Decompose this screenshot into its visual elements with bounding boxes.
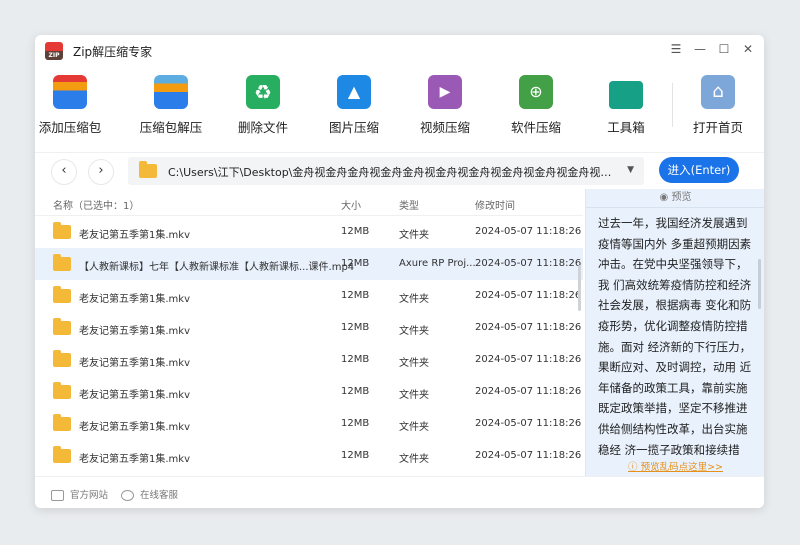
video-compress-icon: ▶ bbox=[428, 75, 462, 109]
list-item[interactable]: 老友记第五季第1集.mkv 12MB 文件夹 2024-05-07 11:18:… bbox=[35, 280, 583, 312]
folder-icon bbox=[53, 350, 71, 367]
header-name[interactable]: 名称（已选中：1） bbox=[53, 197, 139, 212]
toolbox-icon bbox=[609, 81, 643, 109]
folder-icon bbox=[53, 222, 71, 239]
home-icon: ⌂ bbox=[701, 75, 735, 109]
list-scrollbar[interactable] bbox=[578, 265, 581, 311]
monitor-icon bbox=[51, 490, 64, 501]
list-item[interactable]: 老友记第五季第1集.mkv 12MB 文件夹 2024-05-07 11:18:… bbox=[35, 440, 583, 472]
toolbar: 添加压缩包 压缩包解压 ♻ 删除文件 ▲ 图片压缩 ▶ 视频压缩 ⊕ 软件压缩 … bbox=[35, 75, 764, 137]
header-type[interactable]: 类型 bbox=[399, 197, 419, 212]
recycle-icon: ♻ bbox=[246, 75, 280, 109]
preview-garbled-link[interactable]: ⓘ 预览乱码点这里>> bbox=[586, 459, 764, 473]
preview-header: ◉ 预览 bbox=[586, 189, 764, 208]
folder-icon bbox=[53, 318, 71, 335]
toolbar-divider bbox=[672, 83, 673, 127]
software-compress-button[interactable]: ⊕ 软件压缩 bbox=[496, 75, 576, 136]
preview-panel: ◉ 预览 过去一年，我国经济发展遇到疫情等国内外 多重超预期因素冲击。在党中央坚… bbox=[585, 189, 764, 476]
eye-icon: ◉ bbox=[659, 192, 669, 203]
add-archive-icon bbox=[53, 75, 87, 109]
toolbox-button[interactable]: 工具箱 bbox=[586, 75, 666, 136]
app-title: Zip解压缩专家 bbox=[73, 45, 153, 59]
list-item[interactable]: 老友记第五季第1集.mkv 12MB 文件夹 2024-05-07 11:18:… bbox=[35, 376, 583, 408]
headset-icon bbox=[121, 490, 134, 501]
maximize-icon[interactable]: ☐ bbox=[716, 41, 732, 57]
title-bar: ZIP Zip解压缩专家 ☰ — ☐ ✕ bbox=[35, 35, 764, 67]
list-item[interactable]: 老友记第五季第1集.mkv 12MB 文件夹 2024-05-07 11:18:… bbox=[35, 312, 583, 344]
footer: 官方网站 在线客服 bbox=[35, 476, 764, 508]
preview-scrollbar[interactable] bbox=[758, 259, 761, 309]
image-compress-icon: ▲ bbox=[337, 75, 371, 109]
software-compress-icon: ⊕ bbox=[519, 75, 553, 109]
open-homepage-button[interactable]: ⌂ 打开首页 bbox=[678, 75, 758, 136]
preview-title: 预览 bbox=[671, 192, 692, 203]
list-header: 名称（已选中：1） 大小 类型 修改时间 bbox=[35, 189, 583, 216]
menu-icon[interactable]: ☰ bbox=[668, 41, 684, 57]
minimize-icon[interactable]: — bbox=[692, 41, 708, 57]
official-website-link[interactable]: 官方网站 bbox=[51, 487, 108, 501]
add-archive-button[interactable]: 添加压缩包 bbox=[35, 75, 110, 136]
video-compress-button[interactable]: ▶ 视频压缩 bbox=[405, 75, 485, 136]
folder-icon bbox=[53, 446, 71, 463]
delete-files-button[interactable]: ♻ 删除文件 bbox=[223, 75, 303, 136]
close-icon[interactable]: ✕ bbox=[740, 41, 756, 57]
image-compress-button[interactable]: ▲ 图片压缩 bbox=[314, 75, 394, 136]
path-field[interactable]: C:\Users\江下\Desktop\金舟视金舟金舟视金舟金舟视金舟视金舟视金… bbox=[128, 157, 644, 185]
list-item-selected[interactable]: 【人教新课标】七年【人教新课标准【人教新课标...课件.mp4 12MB Axu… bbox=[35, 248, 583, 280]
folder-icon bbox=[139, 161, 157, 178]
extract-archive-icon bbox=[154, 75, 188, 109]
path-text: C:\Users\江下\Desktop\金舟视金舟金舟视金舟金舟视金舟视金舟视金… bbox=[168, 166, 616, 179]
list-item[interactable]: 老友记第五季第1集.mkv 12MB 文件夹 2024-05-07 11:18:… bbox=[35, 216, 583, 248]
online-service-link[interactable]: 在线客服 bbox=[121, 487, 178, 501]
path-bar: ‹ › C:\Users\江下\Desktop\金舟视金舟金舟视金舟金舟视金舟视… bbox=[35, 152, 764, 189]
header-modified[interactable]: 修改时间 bbox=[475, 197, 515, 212]
dropdown-caret-icon[interactable]: ▼ bbox=[627, 165, 634, 175]
file-list: 老友记第五季第1集.mkv 12MB 文件夹 2024-05-07 11:18:… bbox=[35, 216, 583, 476]
folder-icon bbox=[53, 414, 71, 431]
back-button[interactable]: ‹ bbox=[51, 159, 77, 185]
extract-archive-button[interactable]: 压缩包解压 bbox=[131, 75, 211, 136]
help-icon: ⓘ bbox=[628, 462, 638, 473]
folder-icon bbox=[53, 254, 71, 271]
preview-text: 过去一年，我国经济发展遇到疫情等国内外 多重超预期因素冲击。在党中央坚强领导下，… bbox=[598, 216, 752, 455]
app-logo-icon: ZIP bbox=[45, 42, 63, 60]
forward-button[interactable]: › bbox=[88, 159, 114, 185]
folder-icon bbox=[53, 286, 71, 303]
header-size[interactable]: 大小 bbox=[341, 197, 361, 212]
app-window: ZIP Zip解压缩专家 ☰ — ☐ ✕ 添加压缩包 压缩包解压 ♻ 删除文件 … bbox=[35, 35, 764, 508]
list-item[interactable]: 老友记第五季第1集.mkv 12MB 文件夹 2024-05-07 11:18:… bbox=[35, 408, 583, 440]
enter-button[interactable]: 进入(Enter) bbox=[659, 157, 739, 183]
list-item[interactable]: 老友记第五季第1集.mkv 12MB 文件夹 2024-05-07 11:18:… bbox=[35, 344, 583, 376]
folder-icon bbox=[53, 382, 71, 399]
